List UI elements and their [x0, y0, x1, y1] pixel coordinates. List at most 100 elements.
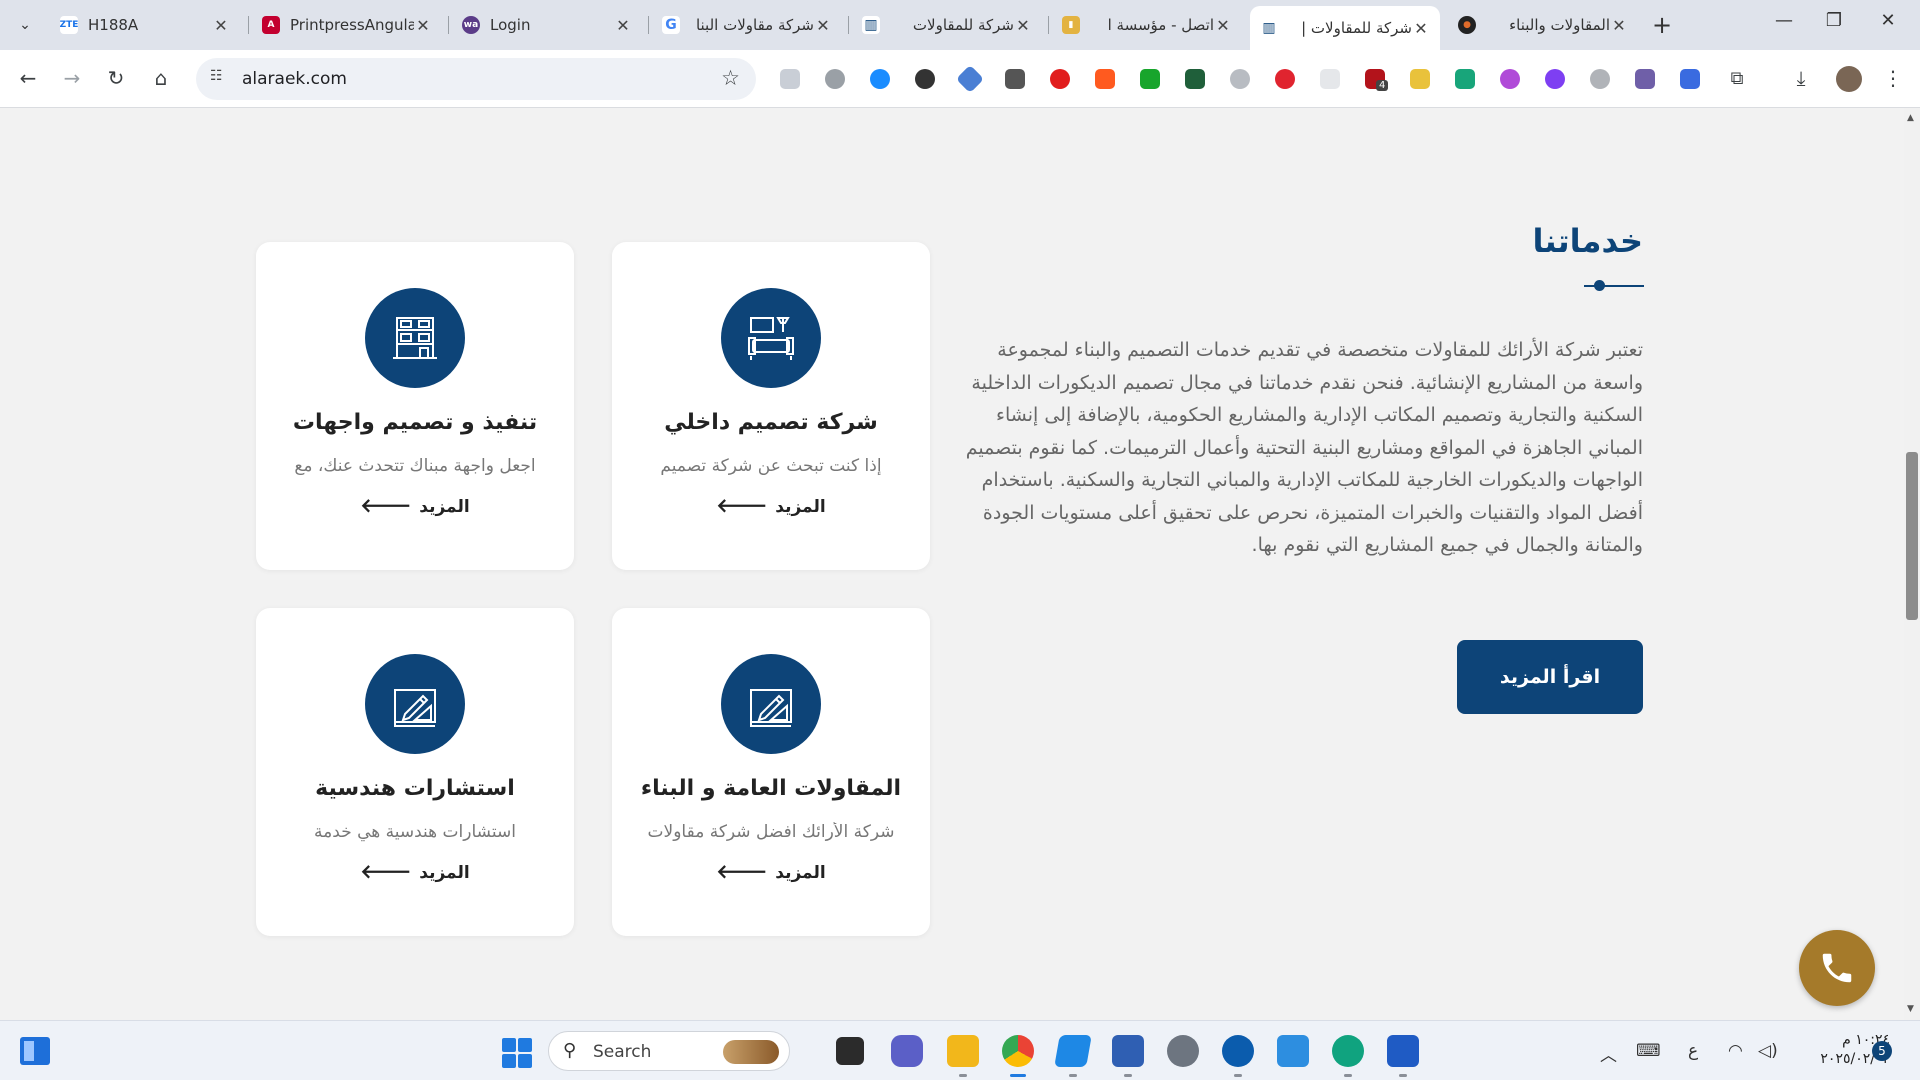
downloads-icon[interactable]: ⤓ — [1786, 63, 1816, 93]
blueprint-icon — [365, 654, 465, 754]
service-card-engineering-consultancy[interactable]: استشارات هندسية استشارات هندسية هي خدمة … — [256, 608, 574, 936]
new-tab-plus-icon[interactable]: + — [1652, 11, 1672, 39]
close-tab-icon[interactable]: ✕ — [1014, 16, 1032, 35]
vscode-icon[interactable] — [1054, 1035, 1092, 1067]
tab-separator — [1048, 16, 1049, 34]
minimize-icon[interactable]: — — [1764, 10, 1804, 31]
widgets-icon[interactable] — [20, 1037, 50, 1065]
extension-icon[interactable] — [1590, 69, 1610, 89]
card-description: اجعل واجهة مبناك تتحدث عنك، مع — [294, 456, 536, 476]
soundcloud-extension-icon[interactable] — [1095, 69, 1115, 89]
extension-icon[interactable] — [1635, 69, 1655, 89]
card-title: استشارات هندسية — [315, 776, 515, 801]
chrome-icon[interactable] — [1002, 1035, 1034, 1067]
scroll-thumb[interactable] — [1906, 452, 1918, 620]
close-tab-icon[interactable]: ✕ — [1412, 19, 1430, 38]
settings-gear-icon[interactable] — [1167, 1035, 1199, 1067]
extension-icon[interactable] — [825, 69, 845, 89]
tab-title: شركة للمقاولات — [912, 16, 1014, 34]
close-tab-icon[interactable]: ✕ — [414, 16, 432, 35]
service-card-general-contracting[interactable]: المقاولات العامة و البناء شركة الأرائك ا… — [612, 608, 930, 936]
media-player-icon[interactable] — [1222, 1035, 1254, 1067]
tab-search-chevron-icon[interactable]: ⌄ — [10, 10, 40, 40]
back-arrow-icon[interactable]: ← — [13, 63, 43, 93]
extension-icon[interactable] — [780, 69, 800, 89]
teams-icon[interactable] — [891, 1035, 923, 1067]
profile-avatar[interactable] — [1836, 66, 1862, 92]
extension-icon[interactable] — [1050, 69, 1070, 89]
more-label: المزيد — [775, 497, 826, 517]
tab-google-search[interactable]: G شركة مقاولات البنا ✕ — [652, 8, 842, 42]
windows-taskbar: ⚲ Search ︿ ⌨ ع ◠ ◁) ١٠:٢٤ م ٢٠٢٥/٠٢/٠٣ 5 — [0, 1020, 1920, 1080]
photos-icon[interactable] — [1277, 1035, 1309, 1067]
adblock-extension-icon[interactable] — [1275, 69, 1295, 89]
scroll-down-icon[interactable]: ▼ — [1907, 1004, 1914, 1014]
chatgpt-extension-icon[interactable] — [1455, 69, 1475, 89]
home-icon[interactable]: ⌂ — [146, 63, 176, 93]
volume-icon[interactable]: ◁) — [1758, 1041, 1778, 1061]
extension-icon[interactable] — [915, 69, 935, 89]
taskbar-search-box[interactable]: ⚲ Search — [548, 1031, 790, 1071]
restore-icon[interactable]: ❐ — [1814, 10, 1854, 31]
extensions-puzzle-icon[interactable]: ⧉ — [1722, 63, 1752, 93]
extension-icon[interactable] — [1320, 69, 1340, 89]
tab-login[interactable]: wa Login ✕ — [452, 8, 642, 42]
extension-icon[interactable] — [1230, 69, 1250, 89]
site-info-icon[interactable]: ☷ — [210, 68, 232, 90]
read-more-button[interactable]: اقرأ المزيد — [1457, 640, 1643, 714]
close-window-icon[interactable]: ✕ — [1868, 10, 1908, 31]
card-more-link[interactable]: المزيد 🡐 — [256, 494, 574, 517]
card-description: شركة الأرائك افضل شركة مقاولات — [647, 822, 895, 842]
close-tab-icon[interactable]: ✕ — [212, 16, 230, 35]
search-label: Search — [593, 1042, 652, 1062]
tab-printpress[interactable]: A PrintpressAngula ✕ — [252, 8, 442, 42]
tab-company-active[interactable]: ▥ شركة للمقاولات | ✕ — [1250, 6, 1440, 50]
forward-arrow-icon[interactable]: → — [57, 63, 87, 93]
menu-kebab-icon[interactable]: ⋮ — [1878, 63, 1908, 93]
running-indicator — [1124, 1074, 1132, 1077]
page-scrollbar[interactable]: ▲ ▼ — [1904, 108, 1920, 1020]
start-windows-icon[interactable] — [502, 1038, 532, 1068]
page-content: خدماتنا تعتبر شركة الأرائك للمقاولات متخ… — [0, 108, 1904, 1020]
extension-icon[interactable] — [1500, 69, 1520, 89]
service-card-interior-design[interactable]: شركة تصميم داخلي إذا كنت تبحث عن شركة تص… — [612, 242, 930, 570]
card-more-link[interactable]: المزيد 🡐 — [612, 494, 930, 517]
running-indicator — [1069, 1074, 1077, 1077]
qr-extension-icon[interactable] — [1005, 69, 1025, 89]
scroll-up-icon[interactable]: ▲ — [1907, 113, 1914, 123]
extension-icon[interactable] — [1545, 69, 1565, 89]
keyboard-icon[interactable]: ⌨ — [1636, 1041, 1661, 1061]
reload-icon[interactable]: ↻ — [101, 63, 131, 93]
tab-company-1[interactable]: ▥ شركة للمقاولات ✕ — [852, 8, 1042, 42]
download-extension-icon[interactable] — [1140, 69, 1160, 89]
card-more-link[interactable]: المزيد 🡐 — [612, 860, 930, 883]
tab-contracting[interactable]: ● المقاولات والبناء ✕ — [1448, 8, 1638, 42]
tab-contact[interactable]: ▮ اتصل - مؤسسة ا ✕ — [1052, 8, 1242, 42]
bookmark-star-icon[interactable]: ☆ — [721, 66, 740, 90]
input-language[interactable]: ع — [1688, 1041, 1698, 1061]
notification-badge[interactable]: 5 — [1872, 1041, 1892, 1061]
address-bar[interactable]: ☷ alaraek.com ☆ — [196, 58, 756, 100]
extension-icon[interactable] — [1680, 69, 1700, 89]
url-text[interactable]: alaraek.com — [242, 69, 347, 89]
tray-chevron-icon[interactable]: ︿ — [1600, 1041, 1617, 1066]
tab-h188a[interactable]: ZTE H188A ✕ — [50, 8, 240, 42]
service-card-facades[interactable]: تنفيذ و تصميم واجهات اجعل واجهة مبناك تت… — [256, 242, 574, 570]
call-button[interactable] — [1799, 930, 1875, 1006]
powershell-icon[interactable] — [1112, 1035, 1144, 1067]
close-tab-icon[interactable]: ✕ — [1214, 16, 1232, 35]
tab-title: شركة للمقاولات | — [1301, 19, 1412, 37]
card-more-link[interactable]: المزيد 🡐 — [256, 860, 574, 883]
close-tab-icon[interactable]: ✕ — [1610, 16, 1628, 35]
chatgpt-icon[interactable] — [1332, 1035, 1364, 1067]
word-icon[interactable] — [1387, 1035, 1419, 1067]
task-view-icon[interactable] — [836, 1037, 864, 1065]
file-explorer-icon[interactable] — [947, 1035, 979, 1067]
close-tab-icon[interactable]: ✕ — [614, 16, 632, 35]
close-tab-icon[interactable]: ✕ — [814, 16, 832, 35]
extension-icon[interactable] — [1185, 69, 1205, 89]
shazam-extension-icon[interactable] — [870, 69, 890, 89]
extension-icon[interactable] — [1410, 69, 1430, 89]
extension-icon[interactable] — [955, 64, 985, 94]
wifi-icon[interactable]: ◠ — [1728, 1041, 1743, 1061]
